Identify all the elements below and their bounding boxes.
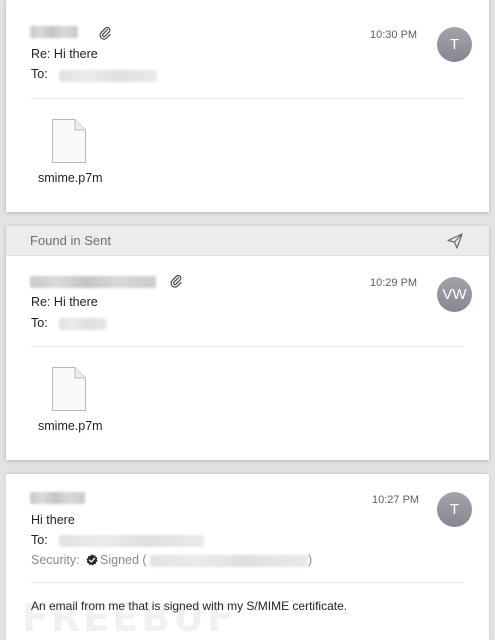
header-divider	[31, 98, 464, 99]
found-in-sent-label: Found in Sent	[30, 233, 111, 248]
paperclip-icon	[99, 26, 111, 40]
check-badge-icon	[86, 554, 98, 566]
avatar[interactable]: T	[437, 492, 472, 527]
message-card-1[interactable]: 10:30 PM T Re: Hi there To: smime.p7m	[6, 0, 489, 212]
to-label: To:	[31, 67, 48, 81]
attachment-name[interactable]: smime.p7m	[38, 171, 103, 185]
message-subject: Hi there	[31, 513, 75, 527]
message-subject: Re: Hi there	[31, 295, 98, 309]
found-in-sent-banner: Found in Sent	[6, 226, 489, 256]
recipient-redacted	[59, 70, 157, 82]
attachment-name[interactable]: smime.p7m	[38, 419, 103, 433]
to-label: To:	[31, 316, 48, 330]
document-icon[interactable]	[51, 366, 87, 412]
sender-name-redacted	[30, 492, 85, 504]
security-label: Security:	[31, 553, 80, 567]
message-card-3[interactable]: 10:27 PM T Hi there To: Security: Signed…	[6, 474, 489, 640]
document-icon[interactable]	[51, 118, 87, 164]
recipient-redacted	[59, 318, 107, 330]
paper-plane-icon[interactable]	[446, 232, 464, 250]
message-time: 10:30 PM	[370, 29, 418, 41]
to-label: To:	[31, 533, 48, 547]
avatar[interactable]: T	[437, 27, 472, 62]
recipient-redacted	[59, 535, 204, 547]
message-subject: Re: Hi there	[31, 47, 98, 61]
security-status: Signed (	[100, 553, 147, 567]
message-time: 10:27 PM	[372, 494, 420, 506]
sender-name-redacted	[30, 276, 156, 288]
avatar[interactable]: VW	[437, 277, 472, 312]
security-status-close: )	[308, 553, 313, 567]
header-divider	[31, 346, 464, 347]
message-time: 10:29 PM	[370, 277, 418, 289]
message-card-2[interactable]: Found in Sent 10:29 PM VW Re: Hi there T…	[6, 226, 489, 460]
message-body: An email from me that is signed with my …	[31, 599, 348, 613]
certificate-redacted	[150, 555, 308, 567]
paperclip-icon	[170, 274, 182, 288]
header-divider	[31, 582, 464, 583]
sender-name-redacted	[30, 26, 78, 38]
